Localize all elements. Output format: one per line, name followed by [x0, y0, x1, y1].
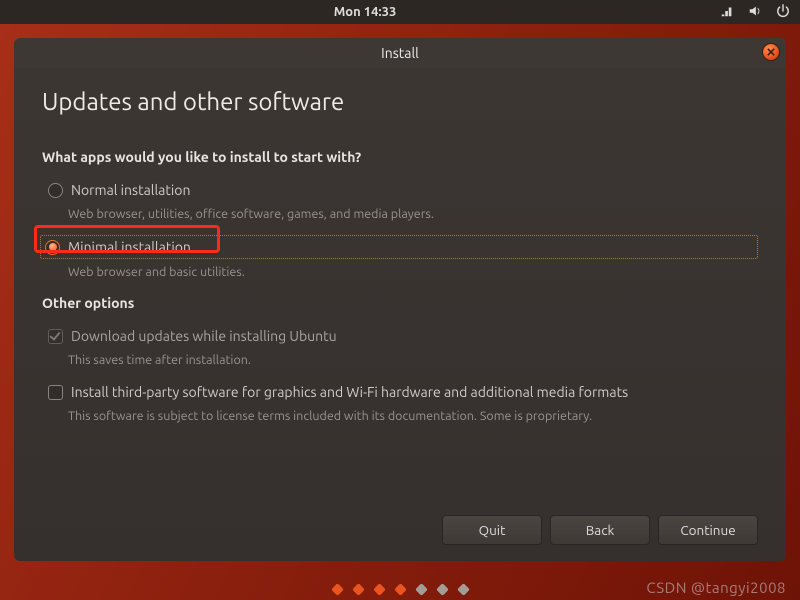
- radio-icon: [48, 183, 63, 198]
- step-pager: [14, 561, 786, 600]
- quit-button[interactable]: Quit: [442, 515, 542, 545]
- installer-body: Updates and other software What apps wou…: [14, 68, 786, 561]
- close-button[interactable]: [762, 43, 780, 61]
- top-menubar: Mon 14:33: [0, 0, 800, 24]
- radio-icon: [45, 240, 60, 255]
- power-icon[interactable]: [776, 4, 790, 21]
- thirdparty-desc: This software is subject to license term…: [68, 409, 758, 423]
- volume-icon[interactable]: [748, 4, 762, 21]
- download-desc: This saves time after installation.: [68, 353, 758, 367]
- back-button[interactable]: Back: [550, 515, 650, 545]
- checkbox-icon: [48, 385, 63, 400]
- pager-dot: [331, 583, 344, 596]
- pager-dot: [415, 583, 428, 596]
- minimal-desc: Web browser and basic utilities.: [68, 265, 758, 279]
- clock: Mon 14:33: [10, 5, 720, 19]
- window-title: Install: [381, 45, 419, 61]
- pager-dot: [373, 583, 386, 596]
- pager-dot: [436, 583, 449, 596]
- pager-dot: [352, 583, 365, 596]
- radio-label: Normal installation: [71, 182, 190, 198]
- continue-button[interactable]: Continue: [658, 515, 758, 545]
- wizard-buttons: Quit Back Continue: [42, 495, 758, 545]
- checkbox-download-updates[interactable]: Download updates while installing Ubuntu: [44, 325, 758, 347]
- page-title: Updates and other software: [42, 88, 758, 115]
- system-indicators: [720, 4, 790, 21]
- checkbox-label: Install third-party software for graphic…: [71, 384, 628, 400]
- apps-question: What apps would you like to install to s…: [42, 149, 758, 165]
- checkbox-third-party[interactable]: Install third-party software for graphic…: [44, 381, 758, 403]
- pager-dot: [457, 583, 470, 596]
- network-icon[interactable]: [720, 4, 734, 21]
- radio-label: Minimal installation: [68, 239, 191, 255]
- pager-dot: [394, 583, 407, 596]
- normal-desc: Web browser, utilities, office software,…: [68, 207, 758, 221]
- checkbox-icon: [48, 329, 63, 344]
- radio-minimal-installation[interactable]: Minimal installation: [40, 235, 758, 259]
- checkbox-label: Download updates while installing Ubuntu: [71, 328, 337, 344]
- window-titlebar: Install: [14, 38, 786, 68]
- other-options-heading: Other options: [42, 295, 758, 311]
- radio-normal-installation[interactable]: Normal installation: [44, 179, 758, 201]
